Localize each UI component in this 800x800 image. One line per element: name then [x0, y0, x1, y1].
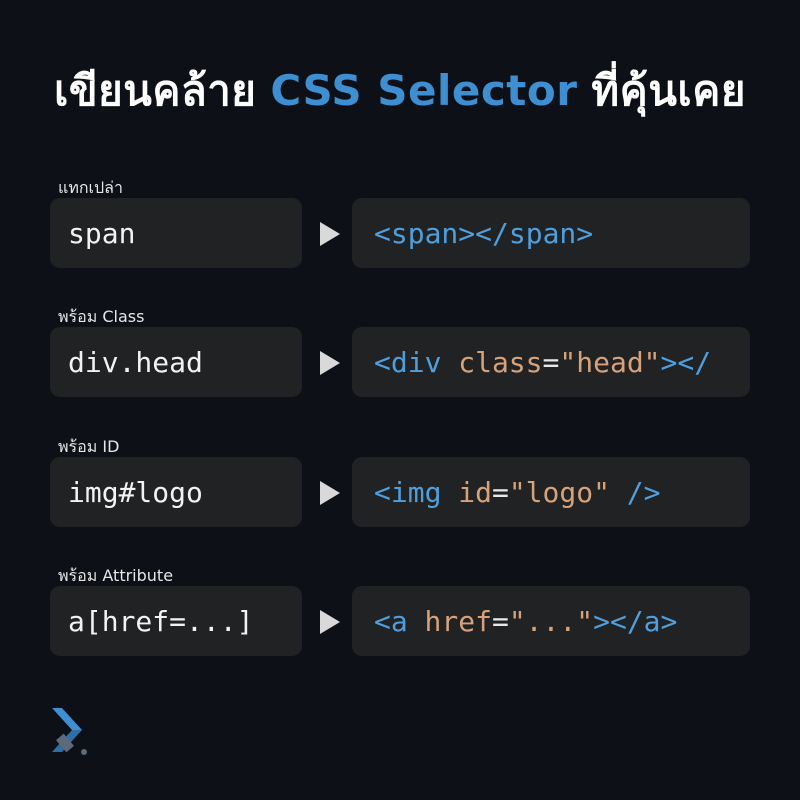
html-attribute-value: "head": [559, 345, 661, 379]
selector-box: div.head: [50, 327, 302, 397]
title-text-before: เขียนคล้าย: [54, 66, 257, 115]
html-equals: =: [491, 604, 509, 638]
html-attribute: href: [424, 604, 492, 638]
html-equals: =: [542, 345, 560, 379]
example-row-attribute: พร้อม Attribute a[href=...] <a href = "..."…: [50, 564, 750, 694]
selector-box: img#logo: [50, 457, 302, 527]
play-triangle-icon: [320, 351, 340, 375]
selector-box: a[href=...]: [50, 586, 302, 656]
title-text-accent: CSS Selector: [270, 66, 578, 115]
html-equals: =: [491, 475, 509, 509]
play-triangle-icon: [320, 610, 340, 634]
html-attribute: id: [458, 475, 492, 509]
html-output-box: <a href = "..." ></a>: [352, 586, 750, 656]
example-row-id: พร้อม ID img#logo <img id = "logo"/>: [50, 435, 750, 565]
html-tag-open: <img: [374, 475, 442, 509]
html-output-box: <img id = "logo" />: [352, 457, 750, 527]
html-tag-open: <div: [374, 345, 442, 379]
html-attribute: class: [458, 345, 543, 379]
html-tag-close: ></: [660, 345, 712, 379]
html-tag: <span></span>: [374, 216, 594, 250]
html-output-box: <span></span>: [352, 198, 750, 268]
selector-code: div.head: [68, 345, 203, 379]
html-attribute-value: "logo": [508, 475, 610, 509]
selector-code: img#logo: [68, 475, 203, 509]
html-tag-open: <a: [374, 604, 408, 638]
html-output-box: <div class = "head" ></: [352, 327, 750, 397]
html-tag-close: ></a>: [593, 604, 678, 638]
html-tag-close: />: [626, 475, 661, 509]
selector-box: span: [50, 198, 302, 268]
selector-code: a[href=...]: [68, 604, 254, 638]
play-triangle-icon: [320, 222, 340, 246]
html-attribute-value: "...": [508, 604, 594, 638]
selector-code: span: [68, 216, 136, 250]
title-text-after: ที่คุ้นเคย: [591, 66, 746, 115]
brand-arrow-icon: [52, 708, 87, 755]
play-triangle-icon: [320, 481, 340, 505]
example-row-class: พร้อม Class div.head <div class = "head" ></: [50, 305, 750, 435]
example-row-empty-tag: แทกเปล่า span <span></span>: [50, 176, 750, 306]
page-title: เขียนคล้าย CSS Selector ที่คุ้นเคย: [0, 58, 800, 124]
